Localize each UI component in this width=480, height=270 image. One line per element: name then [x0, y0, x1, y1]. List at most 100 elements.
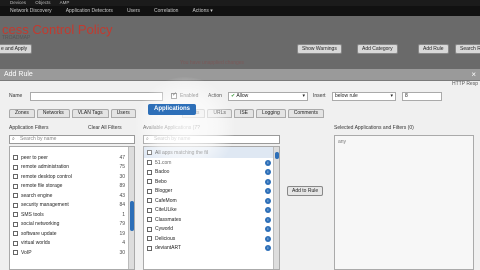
tab-zones[interactable]: Zones — [9, 109, 35, 118]
info-icon[interactable]: i — [265, 178, 271, 185]
app-checkbox[interactable] — [147, 217, 152, 223]
filter-list-item[interactable]: remote file storage 89 — [10, 182, 134, 192]
filter-checkbox[interactable] — [13, 212, 18, 218]
search-rules-input[interactable]: Search Rules — [455, 44, 480, 54]
filter-checkbox[interactable] — [13, 240, 18, 246]
filter-checkbox[interactable] — [13, 174, 18, 180]
filter-list-item[interactable]: search engine 43 — [10, 191, 134, 201]
apps-scroll-thumb[interactable] — [275, 152, 279, 159]
application-list-item[interactable]: Classmates i — [144, 215, 279, 225]
info-icon[interactable]: i — [265, 197, 271, 204]
app-label: CafeMom — [155, 197, 177, 204]
close-icon[interactable]: × — [471, 69, 476, 81]
filter-list-item[interactable]: SMS tools 1 — [10, 210, 134, 220]
filter-checkbox[interactable] — [13, 164, 18, 170]
app-label: Bebo — [155, 178, 167, 185]
show-warnings-button[interactable]: Show Warnings — [297, 44, 342, 54]
app-label: deviantART — [155, 245, 182, 252]
app-checkbox[interactable] — [147, 198, 152, 204]
nav-correlation[interactable]: Correlation — [154, 8, 178, 14]
filter-list-item[interactable]: social networking 79 — [10, 220, 134, 230]
tab-ise[interactable]: ISE — [233, 109, 254, 118]
application-list-item[interactable]: 51.com i — [144, 158, 279, 168]
topbar-devices[interactable]: Devices — [10, 0, 26, 5]
app-checkbox[interactable] — [147, 169, 152, 175]
application-list-item[interactable]: Cyworld i — [144, 225, 279, 235]
tab-networks[interactable]: Networks — [36, 109, 70, 118]
topbar-objects[interactable]: Objects — [35, 0, 50, 5]
app-checkbox[interactable] — [147, 207, 152, 213]
dialog-header: Add Rule × — [0, 69, 480, 81]
all-apps-checkbox[interactable] — [147, 150, 152, 155]
add-category-button[interactable]: Add Category — [357, 44, 398, 54]
application-list-item[interactable]: CiteULike i — [144, 206, 279, 216]
nav-users[interactable]: Users — [127, 8, 140, 14]
tab-logging[interactable]: Logging — [256, 109, 286, 118]
app-checkbox[interactable] — [147, 226, 152, 232]
action-select[interactable]: ✔ Allow ▾ — [228, 91, 308, 101]
filter-label: remote desktop control — [21, 173, 72, 180]
name-input[interactable] — [30, 91, 163, 101]
save-and-apply-button[interactable]: e and Apply — [0, 44, 33, 54]
chevron-down-icon: ▾ — [390, 92, 393, 99]
filter-list-item[interactable]: security management 84 — [10, 201, 134, 211]
filter-checkbox[interactable] — [13, 193, 18, 199]
filter-checkbox[interactable] — [13, 183, 18, 189]
nav-actions[interactable]: Actions ▾ — [192, 8, 212, 14]
add-rule-button[interactable]: Add Rule — [418, 44, 449, 54]
topbar-amp[interactable]: AMP — [60, 0, 70, 5]
insert-rule-number[interactable]: 8 — [402, 91, 442, 101]
filter-label: search engine — [21, 192, 53, 199]
app-checkbox[interactable] — [147, 245, 152, 251]
tab-applications[interactable]: Applications — [148, 104, 197, 115]
filter-list-item[interactable]: VoIP 30 — [10, 248, 134, 258]
insert-select[interactable]: below rule ▾ — [332, 91, 396, 101]
all-apps-matching-row[interactable]: All apps matching the fil — [144, 147, 279, 158]
filter-search-input[interactable]: ⌕ Search by name — [9, 135, 135, 144]
app-checkbox[interactable] — [147, 179, 152, 185]
filter-list-item[interactable]: software update 19 — [10, 229, 134, 239]
application-list-item[interactable]: deviantART i — [144, 244, 279, 254]
app-checkbox[interactable] — [147, 160, 152, 166]
filters-scroll-thumb[interactable] — [130, 201, 134, 231]
filter-list-item[interactable]: remote administration 75 — [10, 163, 134, 173]
filter-checkbox[interactable] — [13, 231, 18, 237]
filters-scrollbar[interactable] — [128, 147, 134, 269]
tab-urls[interactable]: URLs — [207, 109, 232, 118]
info-icon[interactable]: i — [265, 207, 271, 214]
info-icon[interactable]: i — [265, 188, 271, 195]
filter-list-item[interactable]: peer to peer 47 — [10, 153, 134, 163]
filter-checkbox[interactable] — [13, 221, 18, 227]
tab-vlan-tags[interactable]: VLAN Tags — [71, 109, 109, 118]
filter-checkbox[interactable] — [13, 250, 18, 256]
info-icon[interactable]: i — [265, 169, 271, 176]
filter-list-item[interactable]: remote desktop control 30 — [10, 172, 134, 182]
info-icon[interactable]: i — [265, 159, 271, 166]
info-icon[interactable]: i — [265, 226, 271, 233]
nav-network-discovery[interactable]: Network Discovery — [10, 8, 52, 14]
apps-scrollbar[interactable] — [273, 147, 279, 269]
nav-application-detectors[interactable]: Application Detectors — [66, 8, 113, 14]
available-applications-title: Available Applications (7? — [143, 125, 200, 131]
application-list-item[interactable]: Blogger i — [144, 187, 279, 197]
filter-checkbox[interactable] — [13, 155, 18, 161]
info-icon[interactable]: i — [265, 235, 271, 242]
filter-checkbox[interactable] — [13, 202, 18, 208]
add-to-rule-button[interactable]: Add to Rule — [287, 186, 324, 196]
application-list-item[interactable]: Bebo i — [144, 177, 279, 187]
tab-comments[interactable]: Comments — [287, 109, 324, 118]
clear-all-filters-link[interactable]: Clear All Filters — [88, 125, 122, 131]
info-icon[interactable]: i — [265, 245, 271, 252]
app-checkbox[interactable] — [147, 188, 152, 194]
app-label: Blogger — [155, 188, 173, 195]
info-icon[interactable]: i — [265, 216, 271, 223]
filter-list-item[interactable]: virtual worlds 4 — [10, 239, 134, 249]
apps-search-input[interactable]: ⌕ Search by name — [143, 135, 280, 144]
application-list-item[interactable]: Delicious i — [144, 234, 279, 244]
tab-users[interactable]: Users — [110, 109, 136, 118]
app-checkbox[interactable] — [147, 236, 152, 242]
enabled-checkbox[interactable] — [171, 91, 177, 99]
application-list-item[interactable]: Badoo i — [144, 168, 279, 178]
application-list-item[interactable]: CafeMom i — [144, 196, 279, 206]
page-subtitle: TROADMAP — [2, 35, 31, 41]
